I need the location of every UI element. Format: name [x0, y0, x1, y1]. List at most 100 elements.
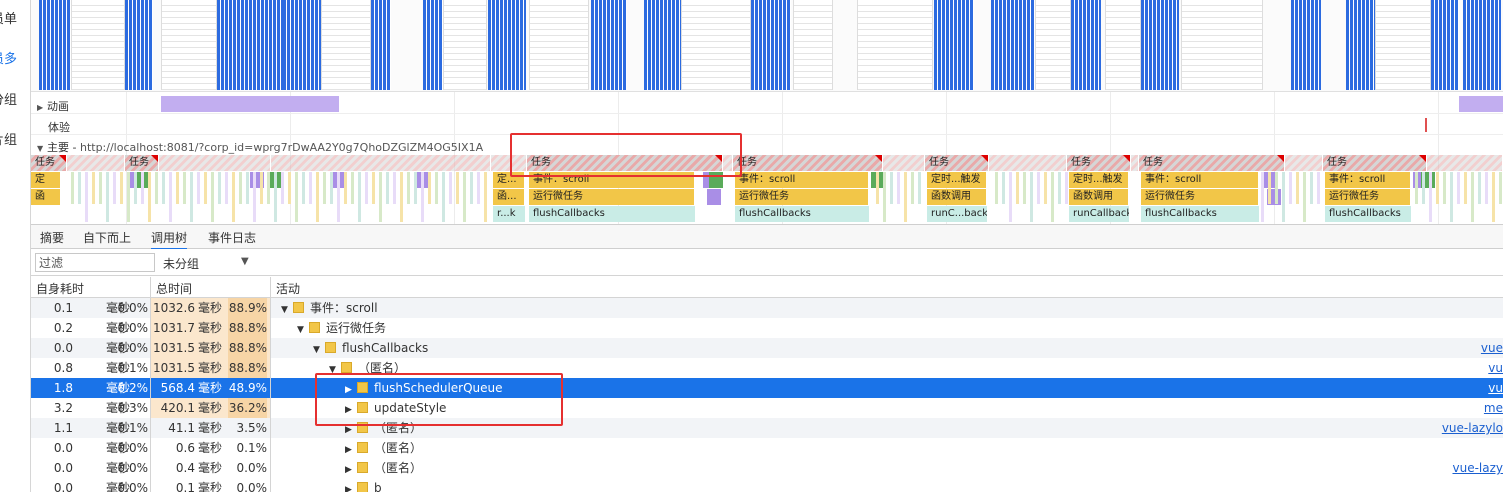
task-block[interactable] [271, 155, 491, 171]
event-scroll-block[interactable]: 事件：scroll [735, 172, 869, 188]
flush-callbacks-block[interactable]: flushCallbacks [735, 206, 869, 222]
tab-call-tree[interactable]: 调用树 [151, 229, 188, 250]
table-row[interactable]: 1.8 毫秒 0.2% 568.4 毫秒 48.9% ▶ flushSchedulerQueu… [31, 378, 1503, 398]
screenshot-frame[interactable] [934, 0, 974, 90]
track-animation[interactable]: ▶ 动画 [31, 94, 1503, 114]
animation-block[interactable] [1459, 96, 1503, 112]
timer-block[interactable]: 定时...触发 [927, 172, 987, 188]
task-block[interactable] [67, 155, 125, 171]
sidebar-label[interactable]: 分组 [0, 89, 17, 108]
screenshot-filmstrip[interactable] [31, 0, 1503, 92]
table-row[interactable]: 0.0 毫秒 0.0% 0.1 毫秒 0.0% ▶ b [31, 478, 1503, 492]
source-link[interactable]: vue-lazylo [1442, 418, 1503, 438]
tab-bottom-up[interactable]: 自下而上 [83, 229, 131, 246]
collapse-triangle-icon[interactable]: ▼ [281, 300, 293, 320]
task-block[interactable]: 任务 [31, 155, 67, 171]
screenshot-frame[interactable] [1141, 0, 1179, 90]
header-total-time[interactable]: 总时间 [156, 280, 192, 297]
source-link[interactable]: vue-lazy [1452, 458, 1503, 478]
screenshot-frame[interactable] [371, 0, 391, 90]
screenshot-frame[interactable] [751, 0, 791, 90]
expand-triangle-icon[interactable]: ▶ [345, 480, 357, 492]
filter-input[interactable] [35, 253, 155, 272]
track-experience[interactable]: 体验 [31, 115, 1503, 135]
screenshot-frame[interactable] [591, 0, 627, 90]
timer-block[interactable]: 定时...触发 [1069, 172, 1129, 188]
expand-triangle-icon[interactable]: ▶ [345, 440, 357, 460]
table-row[interactable]: 0.8 毫秒 0.1% 1031.5 毫秒 88.8% ▼ （匿名） vu [31, 358, 1503, 378]
microtask-block[interactable]: 运行微任务 [1141, 189, 1259, 205]
column-divider[interactable] [270, 277, 271, 492]
screenshot-frame[interactable] [1181, 0, 1263, 90]
table-row[interactable]: 0.0 毫秒 0.0% 1031.5 毫秒 88.8% ▼ flushCallbacks vue [31, 338, 1503, 358]
performance-timeline[interactable]: ▶ 动画 体验 ▼ 主要 - http://localhost:8081/?corp… [31, 0, 1503, 224]
source-link[interactable]: vu [1488, 378, 1503, 398]
flush-callbacks-block[interactable]: flushCallbacks [1141, 206, 1259, 222]
table-row[interactable]: 0.1 毫秒 0.0% 1032.6 毫秒 88.9% ▼ 事件：scroll [31, 298, 1503, 318]
task-block[interactable]: 任务 [1139, 155, 1285, 171]
screenshot-frame[interactable] [125, 0, 153, 90]
function-call-block[interactable]: 函数调用 [927, 189, 987, 205]
animation-block[interactable] [161, 96, 339, 112]
screenshot-frame[interactable] [488, 0, 526, 90]
microtask-block[interactable]: 运行微任务 [529, 189, 695, 205]
column-divider[interactable] [150, 277, 151, 492]
sidebar-label[interactable]: 片组 [0, 129, 17, 148]
table-row[interactable]: 0.0 毫秒 0.0% 0.6 毫秒 0.1% ▶ （匿名） [31, 438, 1503, 458]
function-call-block[interactable]: 函... [493, 189, 525, 205]
timer-block[interactable]: 定 [31, 172, 61, 188]
screenshot-frame[interactable] [1463, 0, 1501, 90]
run-callback-block[interactable]: runCallback [1069, 206, 1129, 222]
run-callback-block[interactable]: runC...back [927, 206, 987, 222]
screenshot-frame[interactable] [161, 0, 217, 90]
task-block[interactable]: 任务 [125, 155, 159, 171]
table-row[interactable]: 0.0 毫秒 0.0% 0.4 毫秒 0.0% ▶ （匿名） vue-lazy [31, 458, 1503, 478]
sidebar-label[interactable]: 员单 [0, 8, 17, 27]
microtask-block[interactable]: 运行微任务 [1325, 189, 1411, 205]
screenshot-frame[interactable] [71, 0, 125, 90]
header-self-time[interactable]: 自身耗时 [36, 280, 84, 297]
screenshot-frame[interactable] [1431, 0, 1459, 90]
flush-callbacks-block[interactable]: flushCallbacks [1325, 206, 1411, 222]
function-call-block[interactable]: 函 [31, 189, 61, 205]
header-activity[interactable]: 活动 [276, 280, 300, 297]
microtask-block[interactable]: 运行微任务 [735, 189, 869, 205]
expand-triangle-icon[interactable]: ▶ [345, 460, 357, 480]
activity-block[interactable] [707, 189, 721, 205]
collapse-triangle-icon[interactable]: ▼ [313, 340, 325, 360]
task-block[interactable]: 任务 [733, 155, 883, 171]
expand-triangle-icon[interactable]: ▶ [37, 103, 47, 112]
screenshot-frame[interactable] [39, 0, 71, 90]
grouping-select[interactable]: 未分组 [163, 255, 199, 272]
layout-shift-marker[interactable] [1425, 118, 1427, 132]
event-scroll-block[interactable]: 事件：scroll [1141, 172, 1259, 188]
table-row[interactable]: 0.2 毫秒 0.0% 1031.7 毫秒 88.8% ▼ 运行微任务 [31, 318, 1503, 338]
table-row[interactable]: 3.2 毫秒 0.3% 420.1 毫秒 36.2% ▶ updateStyle me [31, 398, 1503, 418]
function-call-block[interactable]: 函数调用 [1069, 189, 1129, 205]
task-block[interactable] [159, 155, 271, 171]
screenshot-frame[interactable] [1291, 0, 1321, 90]
task-block[interactable]: 任务 [925, 155, 989, 171]
task-block[interactable] [883, 155, 925, 171]
task-block[interactable] [1131, 155, 1139, 171]
flush-callbacks-block[interactable]: flushCallbacks [529, 206, 695, 222]
task-block[interactable] [989, 155, 1067, 171]
track-main[interactable]: ▼ 主要 - http://localhost:8081/?corp_id=wpr… [31, 136, 1503, 156]
run-callback-block[interactable]: r...k [493, 206, 525, 222]
source-link[interactable]: me [1484, 398, 1503, 418]
screenshot-frame[interactable] [443, 0, 487, 90]
tab-event-log[interactable]: 事件日志 [208, 229, 256, 246]
task-block[interactable] [1427, 155, 1503, 171]
source-link[interactable]: vue [1481, 338, 1503, 358]
screenshot-frame[interactable] [529, 0, 589, 90]
tab-summary[interactable]: 摘要 [40, 229, 64, 246]
task-block[interactable]: 任务 [1323, 155, 1427, 171]
collapse-triangle-icon[interactable]: ▼ [37, 144, 47, 153]
screenshot-frame[interactable] [1035, 0, 1071, 90]
screenshot-frame[interactable] [1375, 0, 1431, 90]
dropdown-arrow-icon[interactable]: ▼ [241, 256, 249, 267]
screenshot-frame[interactable] [857, 0, 933, 90]
sidebar-label[interactable]: 员多 [0, 48, 17, 67]
table-row[interactable]: 1.1 毫秒 0.1% 41.1 毫秒 3.5% ▶ （匿名） vue-lazylo [31, 418, 1503, 438]
screenshot-frame[interactable] [793, 0, 833, 90]
